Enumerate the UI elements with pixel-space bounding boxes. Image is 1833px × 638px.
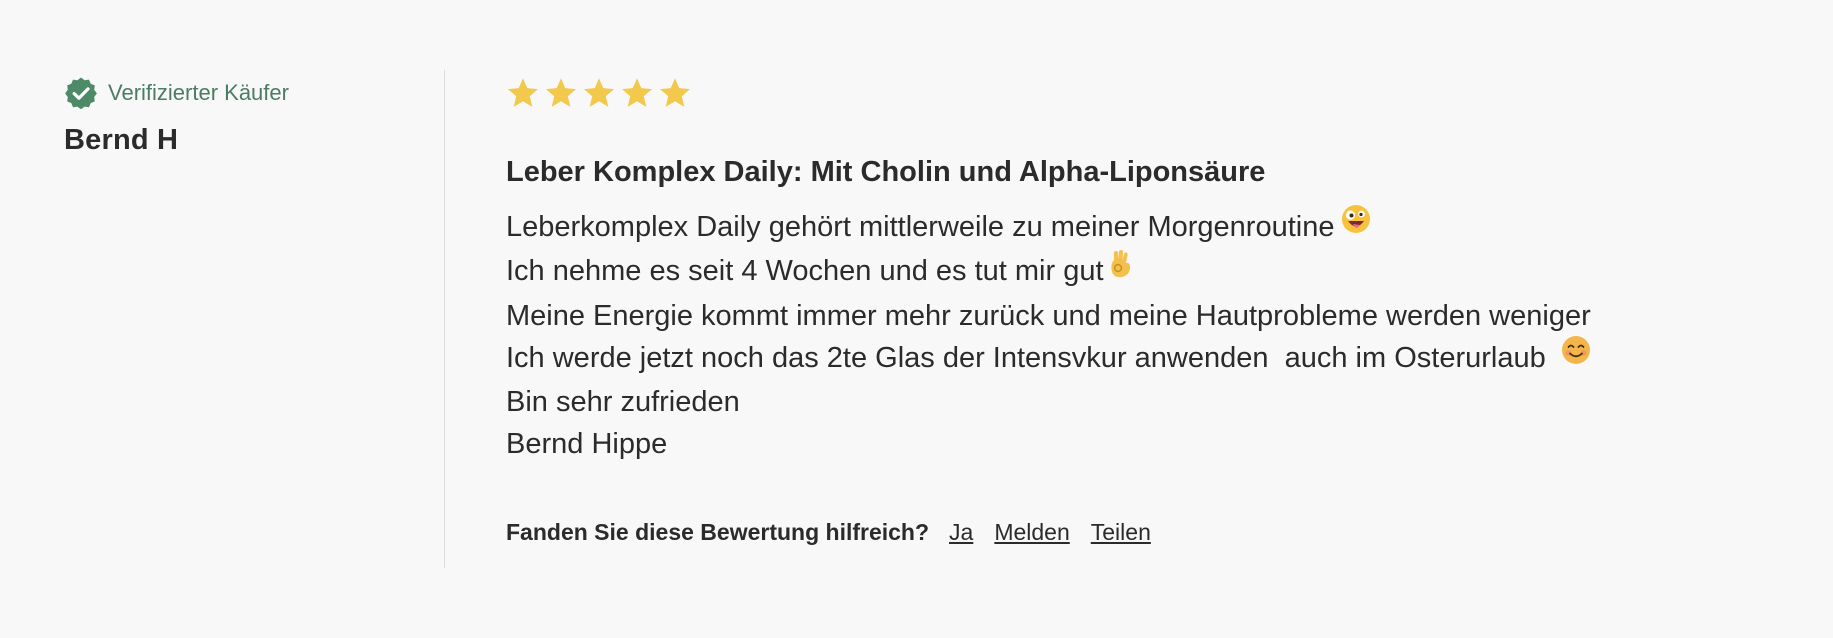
smiling-face-emoji-icon (1560, 334, 1592, 378)
star-icon (582, 76, 616, 110)
review-author-panel: Verifizierter Käufer Bernd H (64, 74, 424, 157)
review-line: Leberkomplex Daily gehört mittlerweile z… (506, 203, 1796, 250)
helpful-feedback-bar: Fanden Sie diese Bewertung hilfreich? Ja… (506, 519, 1796, 546)
star-icon (658, 76, 692, 110)
star-rating (506, 72, 1796, 114)
star-icon (506, 76, 540, 110)
ok-hand-emoji-icon (1106, 248, 1134, 292)
review-line: Bin sehr zufrieden (506, 386, 740, 419)
review-body: Leberkomplex Daily gehört mittlerweile z… (506, 203, 1796, 465)
share-review-link[interactable]: Teilen (1091, 519, 1151, 546)
review-title: Leber Komplex Daily: Mit Cholin und Alph… (506, 156, 1266, 188)
star-icon (544, 76, 578, 110)
column-divider (444, 70, 445, 568)
helpful-question: Fanden Sie diese Bewertung hilfreich? (506, 519, 930, 546)
review-line: Bernd Hippe (506, 428, 668, 461)
verified-check-badge-icon (64, 76, 98, 110)
review-line: Ich nehme es seit 4 Wochen und es tut mi… (506, 248, 1796, 294)
review-card: Verifizierter Käufer Bernd H Leber Kompl… (0, 0, 1833, 638)
review-line: Ich werde jetzt noch das 2te Glas der In… (506, 334, 1796, 381)
review-content: Leber Komplex Daily: Mit Cholin und Alph… (506, 72, 1796, 546)
report-review-link[interactable]: Melden (994, 519, 1069, 546)
zany-face-emoji-icon (1340, 203, 1372, 247)
review-line: Meine Energie kommt immer mehr zurück un… (506, 299, 1591, 332)
helpful-yes-link[interactable]: Ja (949, 519, 973, 546)
reviewer-name: Bernd H (64, 124, 179, 156)
star-icon (620, 76, 654, 110)
verified-buyer-label: Verifizierter Käufer (108, 80, 289, 105)
verified-buyer-badge: Verifizierter Käufer (64, 74, 424, 112)
